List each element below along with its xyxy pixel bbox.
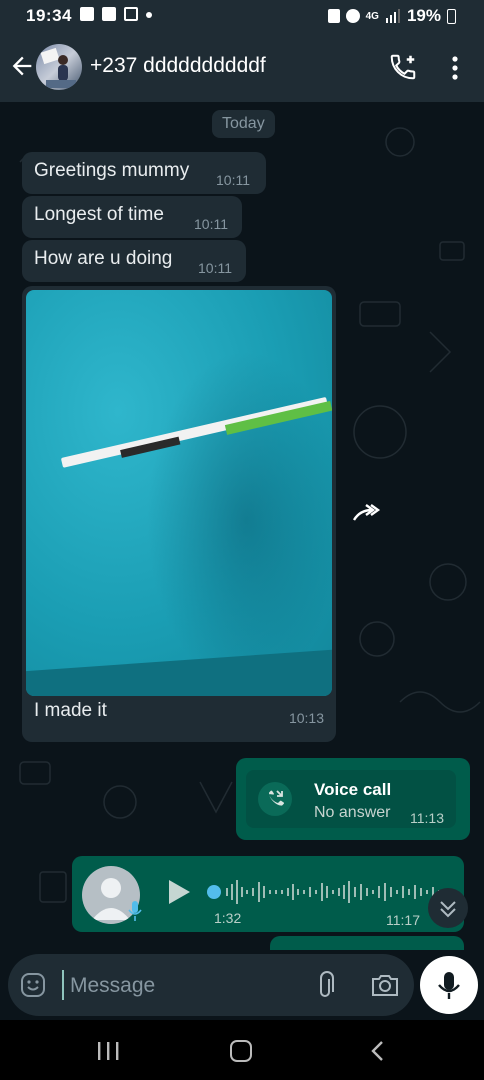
media-message-bubble[interactable]: I made it 10:13 (22, 286, 336, 742)
media-caption: I made it (34, 700, 107, 721)
status-bar: 19:34 4G 19% (0, 0, 484, 34)
call-icon-badge (258, 782, 292, 816)
next-message-peek (270, 936, 464, 950)
system-navigation-bar (0, 1020, 484, 1080)
contact-avatar[interactable] (36, 44, 82, 90)
phone-missed-icon (269, 790, 285, 806)
notification-icons (80, 7, 152, 21)
message-time: 11:17 (386, 912, 420, 928)
scroll-to-bottom-button[interactable] (428, 888, 468, 928)
camera-icon[interactable] (370, 972, 400, 998)
more-menu-icon[interactable] (448, 54, 462, 82)
message-time: 10:11 (216, 172, 250, 188)
message-input[interactable] (68, 966, 292, 1006)
message-text: Greetings mummy (34, 160, 190, 181)
message-bubble-incoming[interactable]: Greetings mummy 10:11 (22, 152, 266, 194)
call-title: Voice call (314, 780, 392, 799)
status-time: 19:34 (26, 6, 72, 25)
play-icon[interactable] (166, 878, 192, 906)
back-arrow-icon[interactable] (8, 52, 36, 80)
call-status: No answer (314, 804, 391, 821)
battery-icon (447, 8, 456, 24)
missed-call-icon (124, 7, 138, 21)
chat-area[interactable]: Today Greetings mummy 10:11 Longest of t… (0, 102, 484, 1020)
message-bubble-incoming[interactable]: How are u doing 10:11 (22, 240, 246, 282)
voice-duration: 1:32 (214, 910, 242, 926)
alarm-icon (345, 9, 360, 23)
battery-level: 19% (406, 6, 441, 25)
forward-icon[interactable] (352, 502, 382, 526)
add-call-icon[interactable] (388, 52, 418, 82)
message-time: 10:11 (198, 260, 232, 276)
mic-icon (438, 972, 460, 999)
call-message-bubble[interactable]: Voice call No answer 11:13 (236, 758, 470, 840)
message-text: Longest of time (34, 204, 164, 225)
message-time: 11:13 (410, 810, 444, 826)
nav-back-icon[interactable] (370, 1040, 384, 1062)
emoji-icon[interactable] (20, 972, 46, 998)
alert-icon (80, 7, 94, 21)
message-time: 10:11 (194, 216, 228, 232)
voice-message-bubble[interactable]: 1:32 11:17 (72, 856, 464, 932)
attach-icon[interactable] (314, 970, 340, 1000)
message-bubble-incoming[interactable]: Longest of time 10:11 (22, 196, 242, 238)
system-icons: 4G 19% (327, 6, 456, 26)
lock-icon (327, 9, 340, 23)
voice-record-button[interactable] (420, 956, 478, 1014)
message-composer (8, 954, 414, 1016)
message-icon (102, 7, 116, 21)
mic-icon (128, 901, 142, 921)
chat-header: +237 ddddddddddf (0, 34, 484, 102)
home-icon[interactable] (230, 1040, 252, 1062)
shared-photo[interactable] (26, 290, 332, 696)
chevron-down-icon (440, 901, 456, 918)
contact-name[interactable]: +237 ddddddddddf (90, 54, 266, 78)
recent-apps-icon[interactable] (96, 1042, 120, 1060)
message-text: How are u doing (34, 248, 173, 269)
more-notifications-icon (146, 12, 152, 18)
text-cursor (62, 970, 64, 1000)
date-chip: Today (212, 110, 275, 138)
signal-icon (385, 9, 400, 23)
message-time: 10:13 (288, 710, 324, 726)
network-type: 4G (365, 10, 379, 22)
voice-waveform[interactable] (206, 878, 446, 906)
